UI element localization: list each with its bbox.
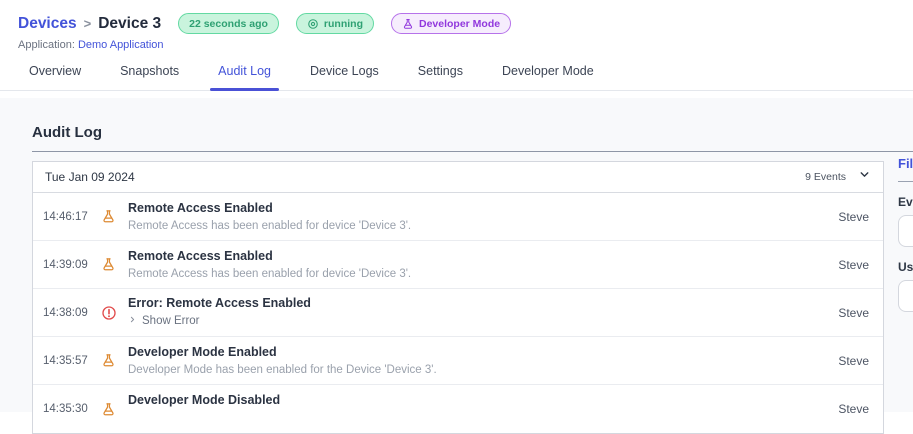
section-title: Audit Log [32, 124, 102, 141]
table-row: 14:38:09 Error: Remote Access Enabled Show… [33, 289, 883, 337]
flask-icon [101, 209, 119, 224]
tab-device-logs[interactable]: Device Logs [305, 64, 384, 90]
flask-icon [101, 257, 119, 272]
users-filter-label: Users [898, 260, 913, 274]
badge-22-seconds-ago: 22 seconds ago [178, 13, 279, 34]
events-filter-label: Events [898, 195, 913, 209]
date-label: Tue Jan 09 2024 [45, 170, 135, 184]
audit-log-table: Tue Jan 09 2024 9 Events 14:46:17 Remote … [32, 161, 884, 434]
record-icon [307, 18, 319, 30]
breadcrumb-separator: > [83, 16, 92, 31]
page-header: Devices > Device 3 22 seconds ago running… [0, 0, 913, 51]
content-area: Audit Log Tue Jan 09 2024 9 Events 14:46… [0, 98, 913, 434]
event-subtitle: Remote Access has been enabled for devic… [128, 267, 412, 280]
show-error-label: Show Error [142, 315, 200, 327]
table-row: 14:39:09 Remote Access Enabled Remote Acce… [33, 241, 883, 289]
error-icon [101, 305, 119, 321]
event-subtitle: Remote Access has been enabled for devic… [128, 219, 412, 232]
application-label: Application: [18, 39, 75, 51]
chevron-down-icon [858, 168, 871, 186]
section-divider [32, 151, 913, 152]
tab-overview[interactable]: Overview [24, 64, 86, 90]
application-row: Application: Demo Application [18, 39, 913, 51]
event-title: Remote Access Enabled [128, 248, 273, 263]
event-time: 14:35:57 [43, 354, 88, 367]
chevron-right-icon [128, 314, 137, 328]
flask-icon [402, 18, 414, 30]
audit-rows: 14:46:17 Remote Access Enabled Remote Acce… [33, 193, 883, 433]
events-filter-input[interactable] [898, 215, 913, 247]
badge-label: 22 seconds ago [189, 17, 268, 30]
badge-label: running [323, 17, 363, 30]
users-filter-input[interactable] [898, 280, 913, 312]
event-title: Remote Access Enabled [128, 200, 273, 215]
events-count: 9 Events [805, 171, 846, 183]
status-badges: 22 seconds ago running Developer Mode [178, 13, 512, 34]
badge-label: Developer Mode [418, 17, 501, 30]
event-content: Error: Remote Access Enabled Show Error [128, 296, 826, 329]
events-collapse-toggle[interactable]: 9 Events [805, 168, 871, 186]
event-content: Remote Access Enabled Remote Access has b… [128, 201, 826, 233]
tab-developer-mode[interactable]: Developer Mode [497, 64, 599, 90]
flask-icon [101, 402, 119, 417]
tab-settings[interactable]: Settings [413, 64, 468, 90]
event-time: 14:39:09 [43, 258, 88, 271]
table-row: 14:35:57 Developer Mode Enabled Developer … [33, 337, 883, 385]
event-content: Remote Access Enabled Remote Access has b… [128, 249, 826, 281]
event-title: Developer Mode Disabled [128, 393, 281, 407]
tab-audit-log[interactable]: Audit Log [210, 64, 279, 91]
event-time: 14:46:17 [43, 210, 88, 223]
breadcrumb: Devices > Device 3 22 seconds ago running… [18, 13, 913, 34]
tab-snapshots[interactable]: Snapshots [115, 64, 184, 90]
event-content: Developer Mode Enabled Developer Mode has… [128, 345, 826, 377]
event-user: Steve [838, 257, 869, 272]
filter-panel: Filter Events Users [898, 156, 913, 312]
event-user: Steve [838, 305, 869, 320]
breadcrumb-devices-link[interactable]: Devices [18, 15, 77, 33]
table-row: 14:46:17 Remote Access Enabled Remote Acce… [33, 193, 883, 241]
event-user: Steve [838, 353, 869, 368]
event-subtitle [128, 411, 826, 425]
show-error-link[interactable]: Show Error [128, 314, 200, 328]
event-title: Error: Remote Access Enabled [128, 296, 311, 310]
flask-icon [101, 353, 119, 368]
event-time: 14:35:30 [43, 403, 88, 415]
filter-divider [898, 181, 913, 182]
event-title: Developer Mode Enabled [128, 344, 277, 359]
event-subtitle: Developer Mode has been enabled for the … [128, 363, 437, 376]
event-user: Steve [838, 402, 869, 416]
application-link[interactable]: Demo Application [78, 39, 164, 51]
badge-running: running [295, 13, 374, 34]
event-time: 14:38:09 [43, 306, 88, 319]
tab-bar: Overview Snapshots Audit Log Device Logs Set… [0, 64, 913, 91]
badge-developer-mode: Developer Mode [390, 13, 512, 34]
event-user: Steve [838, 209, 869, 224]
filter-title: Filter [898, 156, 913, 171]
date-group-header: Tue Jan 09 2024 9 Events [33, 162, 883, 193]
page-title: Device 3 [98, 14, 162, 32]
event-content: Developer Mode Disabled [128, 393, 826, 425]
table-row: 14:35:30 Developer Mode Disabled Steve [33, 385, 883, 433]
